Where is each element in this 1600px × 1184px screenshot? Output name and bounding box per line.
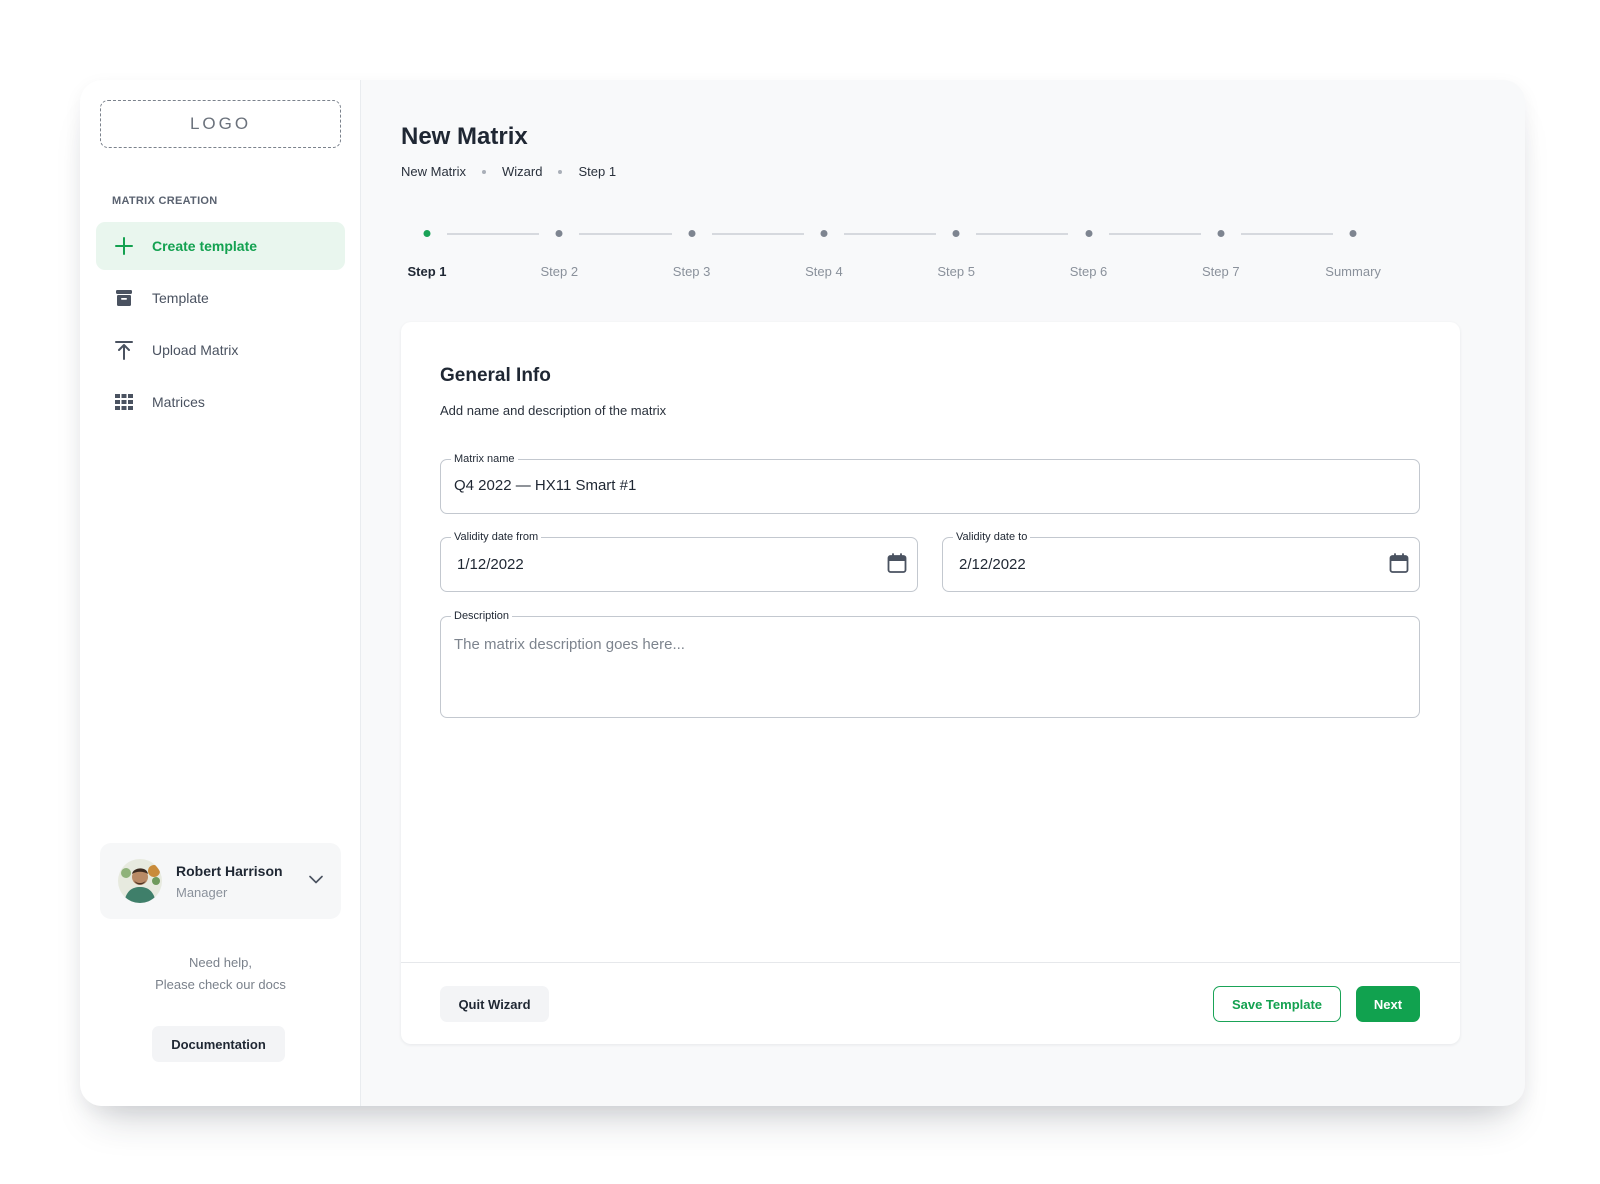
description-textarea[interactable]: The matrix description goes here... — [454, 636, 685, 653]
stepper-dot[interactable] — [1085, 230, 1092, 237]
description-label: Description — [451, 609, 513, 623]
next-button[interactable]: Next — [1356, 986, 1420, 1022]
user-card[interactable]: Robert Harrison Manager — [100, 843, 341, 919]
sidebar-item-create-template[interactable]: Create template — [96, 222, 345, 270]
validity-date-to-label: Validity date to — [953, 530, 1031, 544]
stepper-dot[interactable] — [952, 230, 960, 237]
sidebar-item-label: Create template — [152, 238, 258, 254]
card-subtitle: Add name and description of the matrix — [440, 403, 667, 418]
wizard-stepper: Step 1 Step 2 Step 3 Step 4 Step 5 Step 6 Step… — [401, 220, 1461, 300]
page-title: New Matrix — [401, 123, 528, 150]
chevron-down-icon[interactable] — [309, 871, 323, 889]
stepper-connector — [1240, 233, 1334, 235]
validity-date-from-input[interactable]: 1/12/2022 — [457, 556, 524, 573]
stepper-label[interactable]: Summary — [1325, 264, 1381, 279]
sidebar: LOGO MATRIX CREATION Create template Tem… — [80, 80, 361, 1106]
sidebar-item-template[interactable]: Template — [96, 274, 345, 322]
app-window: LOGO MATRIX CREATION Create template Tem… — [80, 80, 1525, 1106]
stepper-connector — [976, 233, 1069, 235]
upload-icon — [114, 340, 134, 360]
card-footer: Quit Wizard Save Template Next — [401, 962, 1460, 1044]
matrix-name-label: Matrix name — [451, 452, 518, 466]
validity-date-to-input[interactable]: 2/12/2022 — [959, 556, 1026, 573]
validity-date-from-label: Validity date from — [451, 530, 542, 544]
plus-icon — [114, 236, 134, 256]
stepper-dot[interactable] — [1217, 230, 1225, 237]
stepper-dot[interactable] — [820, 230, 828, 237]
validity-date-to-field[interactable]: Validity date to 2/12/2022 — [942, 530, 1420, 592]
stepper-label[interactable]: Step 5 — [937, 264, 975, 279]
stepper-dot[interactable] — [423, 230, 431, 237]
help-line-1: Need help, — [189, 955, 252, 970]
stepper-connector — [579, 233, 672, 235]
sidebar-item-label: Matrices — [152, 394, 205, 410]
stepper-label[interactable]: Step 7 — [1202, 264, 1240, 279]
breadcrumb: New Matrix Wizard Step 1 — [401, 164, 616, 179]
user-info: Robert Harrison Manager — [176, 863, 283, 900]
card-title: General Info — [440, 365, 551, 386]
breadcrumb-item-step-1: Step 1 — [578, 164, 617, 179]
stepper-label[interactable]: Step 1 — [407, 264, 446, 279]
stepper-connector — [711, 233, 804, 235]
matrix-name-input[interactable]: Q4 2022 — HX11 Smart #1 — [454, 477, 636, 494]
help-line-2: Please check our docs — [155, 977, 286, 992]
quit-wizard-button[interactable]: Quit Wizard — [440, 986, 549, 1022]
validity-date-from-field[interactable]: Validity date from 1/12/2022 — [440, 530, 918, 592]
calendar-icon[interactable] — [1389, 553, 1409, 579]
sidebar-nav: Create template Template Upload Matrix M… — [96, 222, 345, 430]
breadcrumb-separator — [482, 169, 487, 174]
grid-icon — [114, 392, 134, 412]
archive-icon — [114, 288, 134, 308]
sidebar-item-matrices[interactable]: Matrices — [96, 378, 345, 426]
stepper-connector — [843, 233, 937, 235]
sidebar-item-label: Upload Matrix — [152, 342, 239, 358]
help-text: Need help, Please check our docs — [80, 952, 361, 996]
stepper-dot[interactable] — [555, 230, 563, 237]
stepper-connector — [1108, 233, 1201, 235]
user-name: Robert Harrison — [176, 862, 283, 879]
avatar — [118, 859, 162, 903]
stepper-dot[interactable] — [1349, 230, 1357, 237]
save-template-button[interactable]: Save Template — [1213, 986, 1341, 1022]
stepper-connector — [447, 233, 540, 235]
stepper-label[interactable]: Step 2 — [541, 264, 579, 279]
breadcrumb-item-wizard[interactable]: Wizard — [502, 164, 542, 179]
calendar-icon[interactable] — [887, 553, 907, 579]
user-role: Manager — [176, 884, 228, 900]
sidebar-item-upload-matrix[interactable]: Upload Matrix — [96, 326, 345, 374]
main-content: New Matrix New Matrix Wizard Step 1 Step… — [361, 80, 1525, 1106]
sidebar-section-label: MATRIX CREATION — [112, 195, 218, 207]
breadcrumb-separator — [558, 169, 563, 174]
description-field[interactable]: Description The matrix description goes … — [440, 609, 1420, 718]
stepper-label[interactable]: Step 4 — [805, 264, 843, 279]
documentation-button[interactable]: Documentation — [152, 1026, 285, 1062]
matrix-name-field[interactable]: Matrix name Q4 2022 — HX11 Smart #1 — [440, 452, 1420, 514]
general-info-card: General Info Add name and description of… — [401, 322, 1460, 1044]
logo[interactable]: LOGO — [100, 100, 341, 148]
stepper-label[interactable]: Step 3 — [673, 264, 711, 279]
breadcrumb-item-new-matrix[interactable]: New Matrix — [401, 164, 466, 179]
sidebar-item-label: Template — [152, 290, 209, 306]
stepper-label[interactable]: Step 6 — [1070, 264, 1108, 279]
stepper-dot[interactable] — [688, 230, 696, 237]
